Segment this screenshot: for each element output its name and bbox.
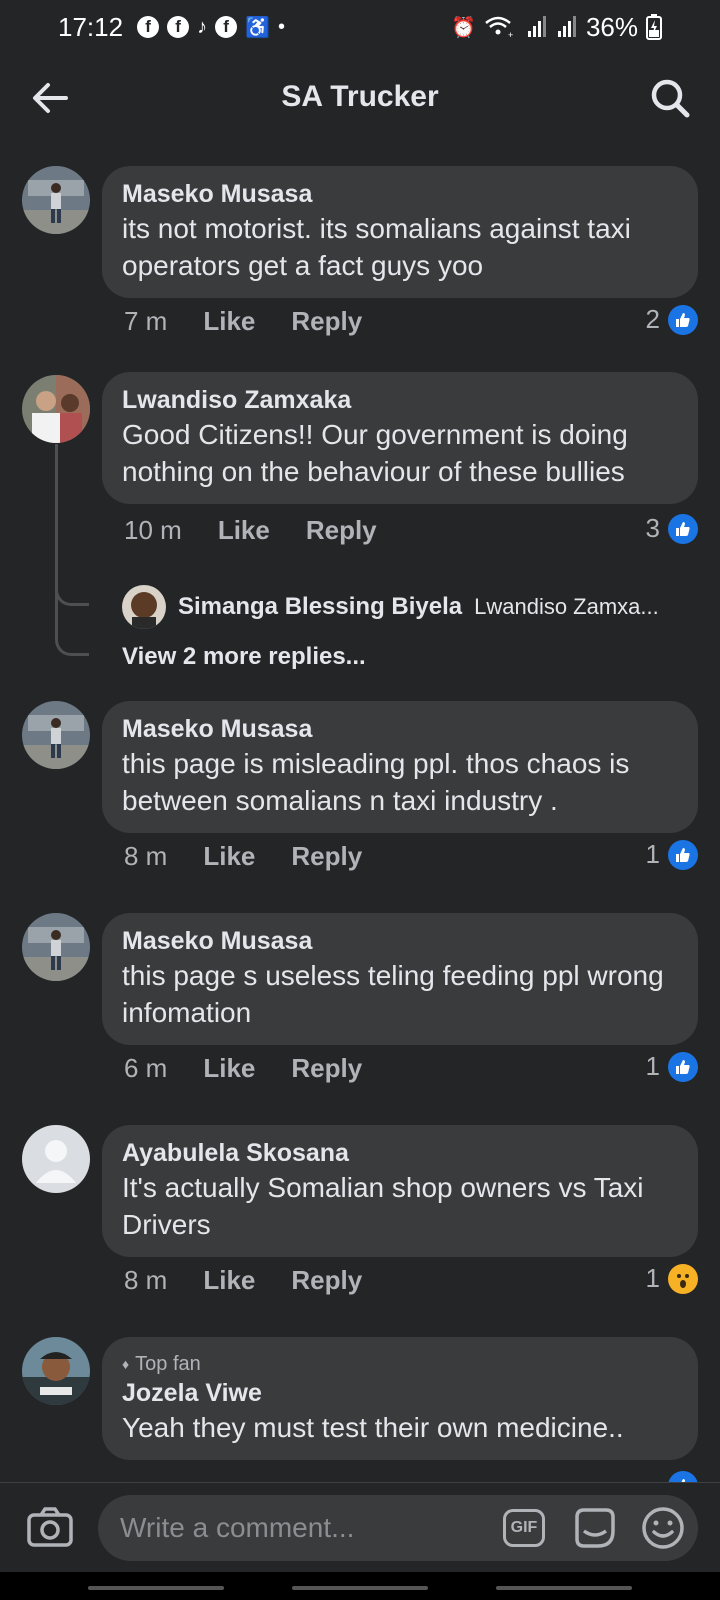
reply-snippet: Lwandiso Zamxa... <box>474 594 659 619</box>
comment-author[interactable]: Maseko Musasa <box>122 178 678 210</box>
reaction-count: 3 <box>645 513 660 543</box>
thread-line <box>55 444 58 596</box>
facebook-icon: f <box>215 16 238 38</box>
page-title: SA Trucker <box>281 80 439 113</box>
comment-composer: GIF <box>0 1482 720 1572</box>
signal-icon <box>527 16 546 37</box>
comment-time: 7 m <box>124 306 168 336</box>
nav-home-handle[interactable] <box>292 1586 428 1590</box>
reply-button[interactable]: Reply <box>291 841 362 872</box>
facebook-icon: f <box>137 16 160 38</box>
comment-actions: 10 m Like Reply <box>124 515 377 546</box>
like-button[interactable]: Like <box>203 1053 255 1084</box>
comment-actions: 8 m Like Reply <box>124 841 362 872</box>
avatar[interactable] <box>22 166 90 234</box>
reaction-summary[interactable]: 3 <box>646 513 698 544</box>
avatar[interactable] <box>22 701 90 769</box>
reaction-summary[interactable]: 2 <box>646 304 698 335</box>
accessibility-icon: ♿ <box>245 16 270 39</box>
comment-time: 8 m <box>124 841 168 871</box>
status-bar: 17:12 f f ♪ f ♿ • ⏰ + 36% <box>0 0 720 54</box>
emoji-icon[interactable] <box>640 1505 686 1551</box>
status-right: ⏰ + 36% <box>451 12 662 43</box>
reaction-count: 2 <box>645 304 660 334</box>
nav-back-handle[interactable] <box>496 1586 632 1590</box>
avatar[interactable] <box>22 375 90 443</box>
reaction-count: 1 <box>645 839 660 869</box>
sticker-icon[interactable] <box>572 1505 618 1551</box>
svg-text:+: + <box>508 30 513 40</box>
like-button[interactable]: Like <box>203 306 255 337</box>
reply-button[interactable]: Reply <box>291 1265 362 1296</box>
top-fan-badge: ♦ Top fan <box>122 1351 678 1377</box>
comment-bubble[interactable]: Ayabulela Skosana It's actually Somalian… <box>102 1125 698 1257</box>
reply-button[interactable]: Reply <box>291 1053 362 1084</box>
thumbs-up-icon <box>668 304 698 335</box>
comment-text: its not motorist. its somalians against … <box>122 213 631 281</box>
system-nav-bar <box>0 1572 720 1600</box>
comment-author[interactable]: Jozela Viwe <box>122 1377 678 1409</box>
comment-author[interactable]: Maseko Musasa <box>122 713 678 745</box>
facebook-icon: f <box>167 16 190 38</box>
comment-time: 8 m <box>124 1265 168 1295</box>
reaction-count: 1 <box>645 1051 660 1081</box>
wow-reaction-icon <box>668 1263 698 1294</box>
comment-actions: 6 m Like Reply <box>124 1053 362 1084</box>
reply-button[interactable]: Reply <box>291 306 362 337</box>
avatar[interactable] <box>22 1337 90 1405</box>
signal-icon <box>557 16 576 37</box>
reply-author[interactable]: Simanga Blessing Biyela <box>178 593 462 621</box>
reaction-summary[interactable]: 1 <box>646 1051 698 1082</box>
app-bar: SA Trucker <box>0 54 720 144</box>
comment-bubble[interactable]: Maseko Musasa this page is misleading pp… <box>102 701 698 833</box>
comment-bubble[interactable]: Maseko Musasa this page s useless teling… <box>102 913 698 1045</box>
badge-label: Top fan <box>135 1353 201 1375</box>
comment-actions: 7 m Like Reply <box>124 306 362 337</box>
comment-author[interactable]: Ayabulela Skosana <box>122 1137 678 1169</box>
reply-button[interactable]: Reply <box>306 515 377 546</box>
comment-text: this page s useless teling feeding ppl w… <box>122 960 664 1028</box>
thumbs-up-icon <box>668 513 698 544</box>
like-button[interactable]: Like <box>203 1265 255 1296</box>
comment-author[interactable]: Maseko Musasa <box>122 925 678 957</box>
comment-actions: 8 m Like Reply <box>124 1265 362 1296</box>
comment-text: It's actually Somalian shop owners vs Ta… <box>122 1172 644 1240</box>
avatar[interactable] <box>22 913 90 981</box>
reply-avatar[interactable] <box>122 585 166 629</box>
gif-button[interactable]: GIF <box>503 1509 545 1547</box>
comment-bubble[interactable]: ♦ Top fan Jozela Viwe Yeah they must tes… <box>102 1337 698 1460</box>
camera-icon[interactable] <box>26 1503 74 1551</box>
reply-preview[interactable]: Simanga Blessing Biyela Lwandiso Zamxa..… <box>122 585 659 629</box>
search-icon[interactable] <box>648 76 692 120</box>
dot-icon: • <box>277 15 285 38</box>
thumbs-up-icon <box>668 1051 698 1082</box>
tiktok-icon: ♪ <box>197 15 208 38</box>
comment-bubble[interactable]: Maseko Musasa its not motorist. its soma… <box>102 166 698 298</box>
comment-time: 6 m <box>124 1053 168 1083</box>
like-button[interactable]: Like <box>203 841 255 872</box>
comment-bubble[interactable]: Lwandiso Zamxaka Good Citizens!! Our gov… <box>102 372 698 504</box>
comment-time: 10 m <box>124 515 182 545</box>
alarm-icon: ⏰ <box>451 16 476 39</box>
like-button[interactable]: Like <box>218 515 270 546</box>
wifi-icon: + <box>485 16 513 40</box>
view-more-replies-link[interactable]: View 2 more replies... <box>122 643 366 671</box>
comment-text: Good Citizens!! Our government is doing … <box>122 419 628 487</box>
battery-percent: 36% <box>585 11 638 42</box>
thumbs-up-icon <box>668 839 698 870</box>
notification-icons: f f ♪ f ♿ • <box>137 15 285 40</box>
comment-text: this page is misleading ppl. thos chaos … <box>122 748 630 816</box>
comment-author[interactable]: Lwandiso Zamxaka <box>122 384 678 416</box>
thread-branch <box>55 596 89 656</box>
avatar[interactable] <box>22 1125 90 1193</box>
status-time: 17:12 <box>58 11 124 42</box>
reaction-summary[interactable]: 1 <box>646 1263 698 1294</box>
reaction-count: 1 <box>645 1263 660 1293</box>
battery-icon <box>646 14 662 40</box>
comment-text: Yeah they must test their own medicine.. <box>122 1412 624 1443</box>
nav-recents-handle[interactable] <box>88 1586 224 1590</box>
diamond-icon: ♦ <box>122 1356 130 1372</box>
reaction-summary[interactable]: 1 <box>646 839 698 870</box>
